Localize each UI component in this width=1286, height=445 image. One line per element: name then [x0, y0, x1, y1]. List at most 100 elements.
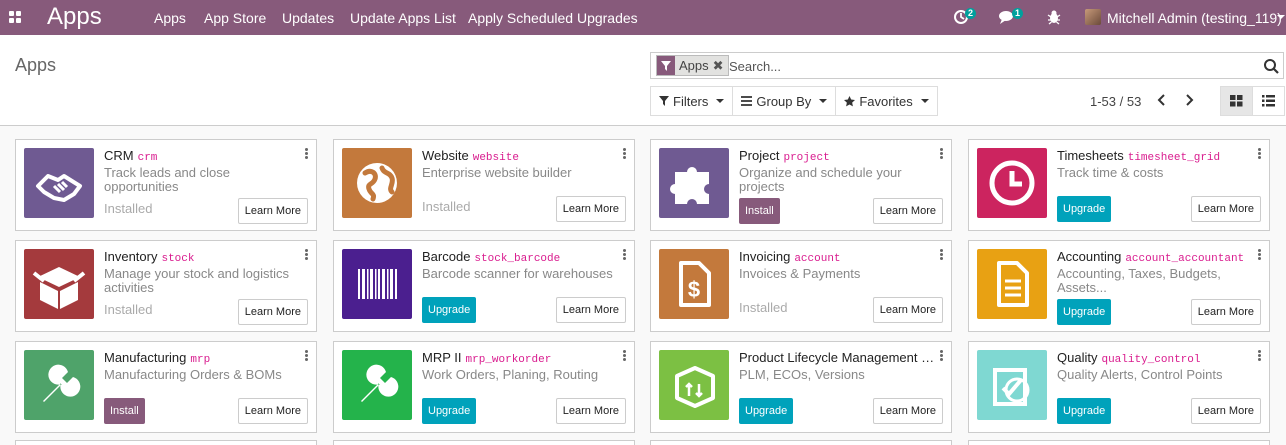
filters-label: Filters: [673, 93, 709, 109]
user-menu[interactable]: Mitchell Admin (testing_119): [1107, 10, 1282, 26]
learn-more-button[interactable]: Learn More: [555, 398, 626, 424]
learn-more-button[interactable]: Learn More: [872, 297, 943, 323]
card-menu-icon[interactable]: [622, 148, 626, 160]
search-facet: Apps ✖: [656, 55, 729, 76]
breadcrumb[interactable]: Apps: [15, 55, 56, 76]
card-menu-icon[interactable]: [622, 350, 626, 362]
app-title: Project: [739, 148, 780, 163]
card-menu-icon[interactable]: [304, 148, 308, 160]
app-card[interactable]: Project project Organize and schedule your…: [650, 139, 952, 231]
upgrade-button[interactable]: Upgrade: [1057, 299, 1112, 325]
app-name: Timesheets timesheet_grid: [1057, 148, 1253, 164]
app-card[interactable]: $ Invoicing account Invoices & Payments Inst…: [650, 240, 952, 332]
svg-text:$: $: [688, 277, 700, 302]
app-description: Manage your stock and logistics activiti…: [104, 267, 289, 295]
app-card[interactable]: CRM crm Track leads and close opportunitie…: [15, 139, 317, 231]
upgrade-button[interactable]: Upgrade: [1057, 196, 1112, 222]
app-card[interactable]: Quality quality_control Quality Alerts, Co…: [968, 341, 1270, 433]
upgrade-button[interactable]: Upgrade: [739, 398, 794, 424]
app-card[interactable]: Timesheets timesheet_grid Track time & cos…: [968, 139, 1270, 231]
search-icon[interactable]: [1263, 58, 1279, 74]
app-name: Website website: [422, 148, 618, 164]
favorites-button[interactable]: Favorites: [835, 86, 938, 116]
app-card[interactable]: Accounting account_accountant Accounting, …: [968, 240, 1270, 332]
menu-app-store[interactable]: App Store: [204, 10, 266, 26]
card-menu-icon[interactable]: [939, 350, 943, 362]
card-menu-icon[interactable]: [939, 249, 943, 261]
learn-more-button[interactable]: Learn More: [237, 398, 308, 424]
menu-update-apps-list[interactable]: Update Apps List: [350, 10, 456, 26]
card-menu-icon[interactable]: [939, 148, 943, 160]
control-panel: Apps Apps ✖ Filters Group By Favorites 1…: [0, 35, 1286, 126]
pager-value[interactable]: 1-53 / 53: [1090, 94, 1141, 109]
group-by-button[interactable]: Group By: [732, 86, 837, 116]
upgrade-button[interactable]: Upgrade: [1057, 398, 1112, 424]
install-button[interactable]: Install: [739, 198, 780, 224]
app-description: Invoices & Payments: [739, 267, 861, 281]
pager-previous-icon[interactable]: [1155, 93, 1169, 107]
handshake-icon: [24, 148, 94, 218]
learn-more-button[interactable]: Learn More: [555, 297, 626, 323]
debug-bug-icon[interactable]: [1047, 9, 1061, 28]
card-menu-icon[interactable]: [304, 249, 308, 261]
app-description: Organize and schedule your projects: [739, 166, 902, 194]
filter-icon: [657, 56, 675, 75]
user-menu-caret-icon[interactable]: [1277, 15, 1285, 19]
app-name: Project project: [739, 148, 935, 164]
learn-more-button[interactable]: Learn More: [872, 398, 943, 424]
app-technical-name: account_accountant: [1125, 253, 1245, 265]
learn-more-button[interactable]: Learn More: [237, 299, 308, 325]
puzzle-icon: [659, 148, 729, 218]
app-description: Barcode scanner for warehouses: [422, 267, 613, 281]
card-partial: [968, 440, 1270, 445]
top-navbar: Apps Apps App Store Updates Update Apps …: [0, 0, 1286, 35]
app-card[interactable]: MRP II mrp_workorder Work Orders, Planing,…: [333, 341, 635, 433]
learn-more-button[interactable]: Learn More: [872, 198, 943, 224]
search-input[interactable]: [729, 56, 1249, 76]
card-menu-icon[interactable]: [304, 350, 308, 362]
install-button[interactable]: Install: [104, 398, 145, 424]
app-card[interactable]: Website website Enterprise website builder…: [333, 139, 635, 231]
learn-more-button[interactable]: Learn More: [555, 196, 626, 222]
kanban-view-button[interactable]: [1220, 86, 1253, 116]
app-title: MRP II: [422, 350, 462, 365]
upgrade-button[interactable]: Upgrade: [422, 398, 477, 424]
list-view-button[interactable]: [1252, 86, 1285, 116]
card-menu-icon[interactable]: [1257, 350, 1261, 362]
search-box[interactable]: Apps ✖: [650, 52, 1284, 79]
menu-updates[interactable]: Updates: [282, 10, 334, 26]
user-avatar[interactable]: [1085, 9, 1101, 25]
app-technical-name: quality_control: [1101, 354, 1201, 366]
filters-button[interactable]: Filters: [650, 86, 734, 116]
pager-next-icon[interactable]: [1182, 93, 1196, 107]
app-name: Product Lifecycle Management (PLM)mrp_pl…: [739, 350, 935, 366]
card-menu-icon[interactable]: [1257, 148, 1261, 160]
app-card[interactable]: Manufacturing mrp Manufacturing Orders & B…: [15, 341, 317, 433]
wrench-icon: [24, 350, 94, 420]
list-icon: [1262, 95, 1275, 107]
app-name: CRM crm: [104, 148, 300, 164]
app-title: Website: [422, 148, 469, 163]
app-card[interactable]: Product Lifecycle Management (PLM)mrp_pl…: [650, 341, 952, 433]
kanban-icon: [1230, 95, 1243, 107]
bars-icon: [741, 96, 753, 106]
card-menu-icon[interactable]: [622, 249, 626, 261]
app-card[interactable]: Inventory stock Manage your stock and logi…: [15, 240, 317, 332]
app-title: Quality: [1057, 350, 1098, 365]
menu-apps[interactable]: Apps: [154, 10, 186, 26]
menu-apply-scheduled-upgrades[interactable]: Apply Scheduled Upgrades: [468, 10, 638, 26]
learn-more-button[interactable]: Learn More: [1190, 398, 1261, 424]
upgrade-button[interactable]: Upgrade: [422, 297, 477, 323]
app-brand[interactable]: Apps: [47, 3, 102, 31]
search-options: Filters Group By Favorites: [650, 86, 938, 116]
app-card[interactable]: Barcode stock_barcode Barcode scanner for …: [333, 240, 635, 332]
barcode-icon: [342, 249, 412, 319]
learn-more-button[interactable]: Learn More: [237, 198, 308, 224]
learn-more-button[interactable]: Learn More: [1190, 196, 1261, 222]
facet-remove-icon[interactable]: ✖: [713, 56, 728, 75]
learn-more-button[interactable]: Learn More: [1190, 299, 1261, 325]
app-technical-name: account: [794, 253, 841, 265]
app-menu-icon[interactable]: [9, 11, 21, 23]
app-name: Manufacturing mrp: [104, 350, 300, 366]
card-menu-icon[interactable]: [1257, 249, 1261, 261]
